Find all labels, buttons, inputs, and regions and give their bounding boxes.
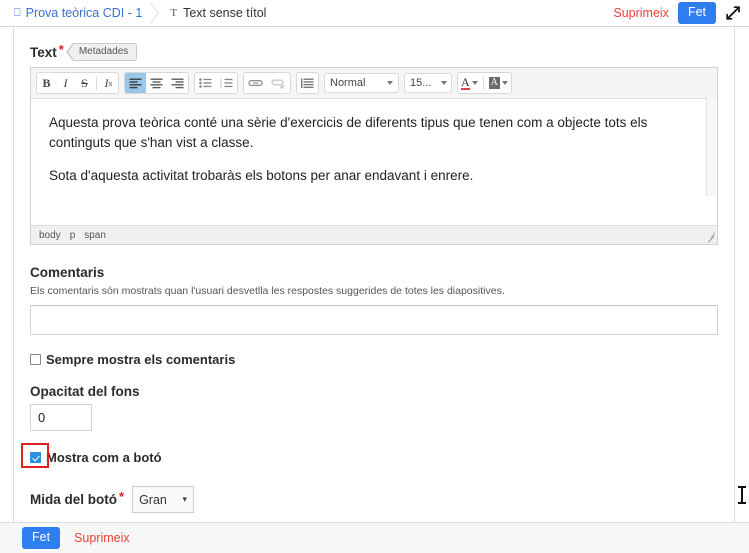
align-center-icon[interactable] [146, 73, 167, 93]
show-as-button-checkbox[interactable] [30, 452, 41, 463]
path-segment-span[interactable]: span [84, 230, 106, 241]
editor-toolbar: B I S Ix 1 2 3 Normal 15... A A [31, 68, 717, 99]
chevron-down-icon [387, 81, 393, 85]
toolbar-group-link [243, 72, 291, 94]
always-show-comments-label-row[interactable]: Sempre mostra els comentaris [30, 352, 718, 367]
button-size-section: Mida del botó * Gran ▾ [30, 486, 718, 513]
breadcrumb: ⎕ Prova teòrica CDI - 1 T Text sense tít… [14, 0, 266, 26]
toolbar-divider [96, 76, 97, 90]
text-field-label-row: Text * Metadades [30, 41, 718, 61]
text-color-button[interactable]: A [458, 73, 481, 93]
editor-resize-handle[interactable] [706, 232, 716, 243]
comments-help-text: Els comentaris són mostrats quan l'usuar… [30, 285, 505, 297]
button-size-value: Gran [139, 492, 167, 507]
toolbar-group-alignment [124, 72, 189, 94]
opacity-label: Opacitat del fons [30, 384, 140, 399]
always-show-comments-label: Sempre mostra els comentaris [46, 352, 236, 367]
blockquote-icon[interactable] [297, 73, 318, 93]
expand-arrows-icon[interactable] [725, 5, 741, 21]
align-left-icon[interactable] [125, 73, 146, 93]
align-right-icon[interactable] [167, 73, 188, 93]
paragraph-format-select[interactable]: Normal [324, 73, 399, 93]
editor-paragraph-2: Sota d'aquesta activitat trobaràs els bo… [49, 168, 474, 184]
delete-link-footer[interactable]: Suprimeix [74, 531, 130, 545]
toolbar-group-blockquote [296, 72, 319, 94]
settings-panel: Text * Metadades B I S Ix 1 2 3 Normal 1… [13, 27, 735, 522]
required-marker: * [119, 489, 125, 504]
button-size-label: Mida del botó [30, 492, 117, 507]
delete-link-top[interactable]: Suprimeix [613, 6, 669, 20]
bullet-list-icon[interactable] [195, 73, 216, 93]
comments-section: Comentaris Els comentaris són mostrats q… [30, 265, 718, 335]
comments-input[interactable] [30, 305, 718, 335]
numbered-list-icon[interactable]: 1 2 3 [216, 73, 237, 93]
bold-button[interactable]: B [37, 73, 56, 93]
monitor-icon: ⎕ [14, 6, 21, 19]
toolbar-divider [482, 76, 484, 90]
required-marker: * [58, 41, 64, 57]
breadcrumb-separator-icon [149, 0, 166, 26]
path-segment-p[interactable]: p [70, 230, 76, 241]
chevron-down-icon [471, 81, 478, 85]
show-as-button-label-row[interactable]: Mostra com a botó [30, 450, 718, 465]
background-color-icon: A [488, 77, 500, 89]
font-size-select[interactable]: 15... [404, 73, 452, 93]
link-icon[interactable] [244, 73, 267, 93]
rich-text-editor: B I S Ix 1 2 3 Normal 15... A A Aquesta … [30, 67, 718, 245]
unlink-icon[interactable] [267, 73, 290, 93]
italic-button[interactable]: I [56, 73, 75, 93]
breadcrumb-bar: ⎕ Prova teòrica CDI - 1 T Text sense tít… [0, 0, 749, 27]
remove-format-button[interactable]: Ix [99, 73, 118, 93]
chevron-down-icon: ▾ [182, 494, 188, 504]
breadcrumb-current-label: Text sense títol [183, 6, 267, 20]
chevron-down-icon [441, 81, 448, 85]
font-size-value: 15... [410, 77, 432, 89]
text-color-icon: A [461, 74, 470, 91]
text-field-label: Text [30, 44, 57, 60]
footer-actions: Fet Suprimeix [0, 522, 749, 553]
always-show-comments-checkbox[interactable] [30, 354, 41, 365]
breadcrumb-item-current[interactable]: T Text sense títol [170, 6, 266, 20]
path-segment-body[interactable]: body [39, 230, 61, 241]
chevron-down-icon [501, 81, 508, 85]
editor-paragraph-1: Aquesta prova teòrica conté una sèrie d'… [49, 115, 648, 150]
toolbar-group-colors: A A [457, 72, 512, 94]
done-button-top[interactable]: Fet [677, 2, 716, 24]
breadcrumb-item-parent[interactable]: ⎕ Prova teòrica CDI - 1 [14, 6, 142, 20]
done-button-footer[interactable]: Fet [22, 527, 61, 549]
paragraph-format-value: Normal [330, 77, 366, 89]
comments-title: Comentaris [30, 265, 105, 280]
strikethrough-button[interactable]: S [75, 73, 94, 93]
toolbar-group-lists: 1 2 3 [194, 72, 238, 94]
editor-element-path: body p span [31, 225, 717, 244]
text-T-icon: T [170, 6, 178, 19]
svg-text:3: 3 [220, 85, 222, 88]
opacity-section: Opacitat del fons [30, 384, 718, 431]
show-as-button-label: Mostra com a botó [46, 450, 162, 465]
breadcrumb-parent-label: Prova teòrica CDI - 1 [25, 6, 143, 20]
metadata-tag-button[interactable]: Metadades [65, 43, 138, 61]
show-as-button-row: Mostra com a botó [21, 443, 718, 468]
button-size-label-row: Mida del botó * [30, 489, 125, 507]
button-size-select[interactable]: Gran ▾ [132, 486, 195, 513]
opacity-input[interactable] [30, 404, 92, 431]
always-show-comments-row: Sempre mostra els comentaris [30, 352, 718, 367]
editor-scrollbar[interactable] [706, 97, 716, 196]
mouse-cursor-ibeam [737, 486, 747, 504]
breadcrumb-actions: Suprimeix Fet [613, 2, 741, 24]
background-color-button[interactable]: A [486, 73, 511, 93]
editor-content-area[interactable]: Aquesta prova teòrica conté una sèrie d'… [31, 99, 717, 225]
toolbar-group-formatting: B I S Ix [36, 72, 119, 94]
